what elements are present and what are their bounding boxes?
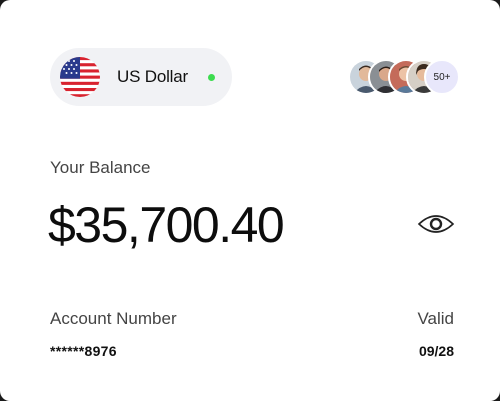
- toggle-balance-visibility-button[interactable]: [416, 207, 456, 241]
- currency-name: US Dollar: [117, 67, 188, 86]
- online-status-dot: [207, 73, 215, 81]
- eye-icon: [417, 215, 455, 233]
- member-avatars[interactable]: 50+: [348, 59, 460, 95]
- us-flag-icon: [60, 57, 100, 97]
- balance-label: Your Balance: [50, 158, 151, 177]
- more-members-badge[interactable]: 50+: [424, 59, 460, 95]
- valid-label: Valid: [417, 309, 454, 328]
- valid-date-value: 09/28: [418, 343, 454, 359]
- currency-selector[interactable]: US Dollar: [50, 48, 232, 106]
- account-number-value: ******8976: [50, 343, 117, 359]
- balance-card: US Dollar 50+ Your Balance $35,700.40 Ac…: [0, 0, 500, 401]
- balance-amount: $35,700.40: [48, 197, 285, 253]
- account-number-label: Account Number: [50, 309, 177, 328]
